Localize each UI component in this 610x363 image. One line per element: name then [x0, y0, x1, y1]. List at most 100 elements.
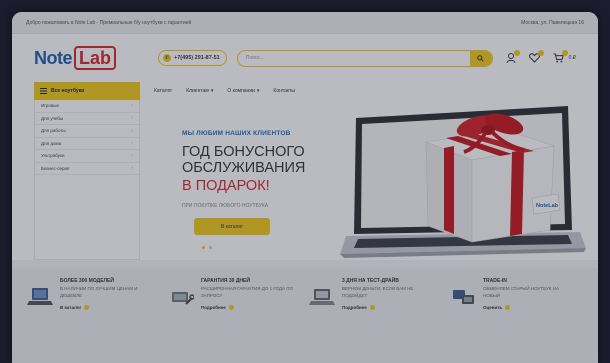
menu-item-contacts[interactable]: Контакты: [273, 88, 295, 94]
catalog-button[interactable]: Все ноутбуки: [34, 82, 140, 100]
feature-trade-in: TRADE-IN ОБМЕНЯЕМ СТАРЫЙ НОУТБУК НА НОВЫ…: [449, 278, 584, 363]
sidebar-item-label: Для работы: [41, 128, 66, 134]
laptop-icon: [308, 282, 336, 308]
trade-icon: [449, 282, 477, 308]
header-icons: 0 ₽: [505, 50, 576, 64]
chevron-down-icon: ▾: [210, 88, 214, 94]
menu-icon: [40, 88, 47, 94]
slider-dot[interactable]: [209, 246, 212, 249]
features-strip: БОЛЕЕ 300 МОДЕЛЕЙ В НАЛИЧИИ ПО ЛУЧШИМ ЦЕ…: [12, 268, 598, 363]
chevron-down-icon: ▾: [256, 88, 260, 94]
sidebar-item-gaming[interactable]: Игровые ›: [35, 100, 139, 113]
main-menu: Каталог Клиентам ▾ О компании ▾ Контакты: [140, 82, 295, 100]
favorites-button[interactable]: [529, 50, 544, 64]
feature-link-label: В каталог: [60, 305, 82, 310]
feature-link[interactable]: Оценить: [483, 305, 575, 310]
main-section: Игровые › Для учебы › Для работы › Для д…: [12, 100, 598, 260]
cart-total: 0 ₽: [568, 55, 576, 61]
sidebar-item-business[interactable]: Бизнес-серия ›: [35, 163, 139, 175]
hero-title-line-1: ГОД БОНУСНОГО: [182, 144, 305, 160]
chevron-right-icon: ›: [131, 165, 133, 172]
menu-label: Контакты: [273, 88, 296, 94]
feature-title: БОЛЕЕ 300 МОДЕЛЕЙ: [60, 278, 114, 284]
category-sidebar: Игровые › Для учебы › Для работы › Для д…: [34, 100, 140, 260]
sidebar-item-home[interactable]: Для дома ›: [35, 138, 139, 150]
feature-link[interactable]: В каталог: [60, 305, 152, 310]
sidebar-item-label: Ультрабуки: [41, 153, 65, 159]
cart-button[interactable]: [553, 50, 568, 64]
search-bar[interactable]: Поиск...: [236, 49, 493, 67]
hero-accent: В ПОДАРОК!: [182, 178, 270, 194]
sidebar-item-label: Для дома: [41, 140, 62, 146]
slider-dots: [202, 246, 212, 249]
sidebar-item-ultrabooks[interactable]: Ультрабуки ›: [35, 150, 139, 163]
feature-link[interactable]: Подробнее: [201, 305, 293, 310]
menu-label: О компании: [227, 88, 255, 94]
chevron-right-icon: ›: [131, 152, 133, 159]
arrow-icon: [369, 305, 375, 310]
header: Note Lab ✆ +7(495) 291-87-51 Поиск... 0 …: [12, 34, 598, 82]
feature-models: БОЛЕЕ 300 МОДЕЛЕЙ В НАЛИЧИИ ПО ЛУЧШИМ ЦЕ…: [26, 278, 161, 363]
catalog-label: Все ноутбуки: [51, 88, 85, 94]
logo-lab: Lab: [74, 46, 117, 70]
address-link[interactable]: Москва, ул. Павелецкая 16: [521, 20, 584, 26]
feature-desc: ВЕРНЕМ ДЕНЬГИ, ЕСЛИ ВАМ НЕ ПОДОЙДЕТ: [342, 286, 414, 298]
wrench-icon: [167, 282, 195, 308]
feature-link[interactable]: Подробнее: [342, 305, 434, 310]
nav-row: Все ноутбуки Каталог Клиентам ▾ О компан…: [12, 82, 598, 100]
menu-item-clients[interactable]: Клиентам ▾: [186, 88, 213, 94]
chevron-right-icon: ›: [131, 140, 133, 147]
feature-desc: В НАЛИЧИИ ПО ЛУЧШИМ ЦЕНАМ И ДЕШЕВЛЕ: [60, 286, 138, 298]
menu-item-catalog[interactable]: Каталог: [154, 88, 172, 94]
welcome-text: Добро пожаловать в Note Lab - Премиальны…: [26, 19, 192, 26]
feature-link-label: Оценить: [483, 305, 503, 310]
logo[interactable]: Note Lab: [34, 46, 144, 70]
feature-warranty: ГАРАНТИЯ 30 ДНЕЙ РАСШИРЕННАЯ ГАРАНТИЯ ДО…: [167, 278, 302, 363]
hero-title: ГОД БОНУСНОГО ОБСЛУЖИВАНИЯ: [182, 144, 342, 176]
search-input[interactable]: Поиск...: [246, 55, 264, 61]
phone-icon: ✆: [163, 54, 171, 62]
hero-catalog-button[interactable]: В каталог: [194, 218, 270, 235]
favorites-badge: [537, 50, 544, 56]
feature-title: ГАРАНТИЯ 30 ДНЕЙ: [201, 278, 250, 284]
feature-desc: ОБМЕНЯЕМ СТАРЫЙ НОУТБУК НА НОВЫЙ: [483, 286, 559, 298]
phone-number: +7(495) 291-87-51: [174, 55, 220, 61]
feature-desc: РАСШИРЕННАЯ ГАРАНТИЯ ДО 1 ГОДА ПО ЗАПРОС…: [201, 286, 293, 298]
laptop-gift-illustration: NoteLab: [340, 106, 586, 258]
phone-button[interactable]: ✆ +7(495) 291-87-51: [158, 50, 227, 66]
menu-label: Каталог: [154, 88, 173, 94]
hero-subtitle: МЫ ЛЮБИМ НАШИХ КЛИЕНТОВ: [182, 130, 291, 137]
feature-title: 3 ДНЯ НА ТЕСТ-ДРАЙВ: [342, 278, 399, 284]
feature-test-drive: 3 ДНЯ НА ТЕСТ-ДРАЙВ ВЕРНЕМ ДЕНЬГИ, ЕСЛИ …: [308, 278, 443, 363]
menu-label: Клиентам: [186, 88, 209, 94]
feature-link-label: Подробнее: [342, 305, 367, 310]
logo-note: Note: [34, 47, 73, 68]
hero-banner: МЫ ЛЮБИМ НАШИХ КЛИЕНТОВ ГОД БОНУСНОГО ОБ…: [140, 100, 598, 260]
chevron-right-icon: ›: [131, 102, 133, 109]
user-button[interactable]: [505, 50, 520, 64]
arrow-icon: [228, 305, 234, 310]
hero-title-line-2: ОБСЛУЖИВАНИЯ: [182, 160, 306, 176]
user-badge: [513, 50, 520, 56]
top-bar: Добро пожаловать в Note Lab - Премиальны…: [12, 12, 598, 34]
arrow-icon: [505, 305, 511, 310]
slider-dot-active[interactable]: [202, 246, 205, 249]
hero-note: ПРИ ПОКУПКЕ ЛЮБОГО НОУТБУКА: [182, 203, 269, 209]
arrow-icon: [84, 305, 90, 310]
sidebar-item-label: Для учебы: [41, 115, 64, 121]
sidebar-item-label: Игровые: [41, 103, 60, 109]
sidebar-item-study[interactable]: Для учебы ›: [35, 113, 139, 125]
sidebar-item-label: Бизнес-серия: [41, 165, 70, 171]
search-button[interactable]: [469, 50, 492, 66]
cart-badge: [561, 50, 568, 56]
feature-link-label: Подробнее: [201, 305, 226, 310]
chevron-right-icon: ›: [131, 115, 133, 122]
search-icon: [477, 54, 484, 62]
menu-item-about[interactable]: О компании ▾: [227, 88, 259, 94]
sidebar-item-work[interactable]: Для работы ›: [35, 125, 139, 138]
feature-title: TRADE-IN: [483, 278, 507, 284]
svg-text:NoteLab: NoteLab: [536, 203, 559, 209]
laptop-icon: [26, 282, 54, 308]
browser-frame: Добро пожаловать в Note Lab - Премиальны…: [12, 12, 598, 363]
chevron-right-icon: ›: [131, 127, 133, 134]
